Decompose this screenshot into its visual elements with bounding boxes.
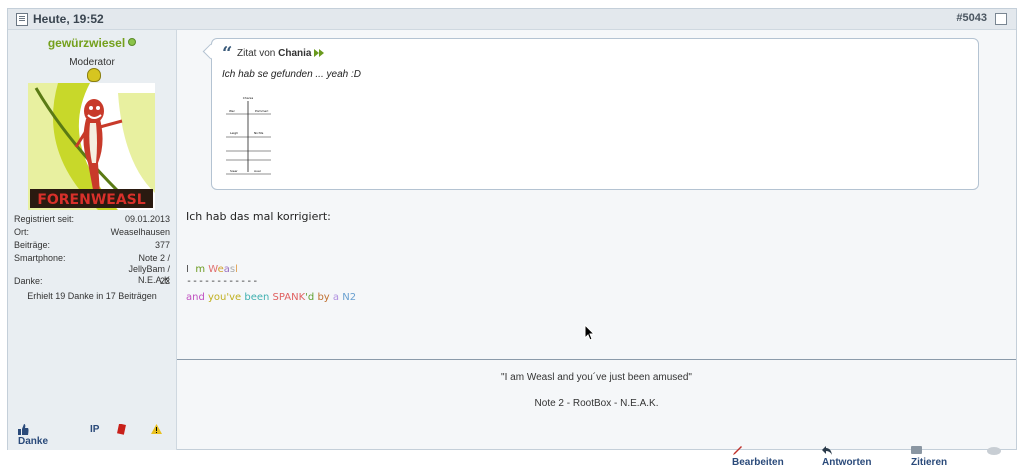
- author-sidebar: gewürzwiesel Moderator FORENWEASL Regist…: [8, 30, 177, 450]
- post-body: Ich hab das mal korrigiert:: [186, 210, 331, 223]
- signature-segment: l: [235, 264, 238, 275]
- quote-attribution: Zitat von Chania: [237, 48, 325, 59]
- calendar-icon: [16, 13, 28, 26]
- quote-author: Chania: [278, 48, 312, 59]
- info-label: Danke:: [14, 276, 43, 286]
- info-smartphone: Smartphone: Note 2 / JellyBam / N.E.A.K: [14, 253, 170, 285]
- signature-separator: [177, 359, 1016, 360]
- reply-arrow-icon: [822, 446, 832, 455]
- avatar-image: FORENWEASL: [28, 83, 155, 210]
- info-label: Ort:: [14, 227, 29, 237]
- warn-button[interactable]: [151, 424, 166, 436]
- multiquote-icon: [987, 447, 1001, 455]
- post-number-link[interactable]: #5043: [956, 12, 987, 24]
- quote-box: “ Zitat von Chania Ich hab se gefunden .…: [211, 38, 979, 190]
- quoted-family-tree-image[interactable]: Chania Wer Pommerl Leigh Nichts Sieer Au…: [221, 94, 275, 178]
- quote-bubble-icon: [911, 446, 922, 454]
- select-post-checkbox[interactable]: [995, 13, 1007, 25]
- svg-text:Leigh: Leigh: [230, 131, 238, 135]
- view-post-arrow-icon-2[interactable]: [319, 49, 325, 57]
- thanks-summary: Erhielt 19 Danke in 17 Beiträgen: [27, 291, 157, 301]
- signature-line-1: I m Weasl: [186, 264, 238, 275]
- edit-button[interactable]: Bearbeiten: [732, 445, 784, 468]
- signature-segment: and: [186, 292, 208, 303]
- info-thanks: Danke: 22: [14, 276, 170, 289]
- svg-text:Sieer: Sieer: [230, 169, 238, 173]
- quote-text: Ich hab se gefunden ... yeah :D: [222, 69, 361, 80]
- quote-label: Zitieren: [911, 457, 948, 468]
- multiquote-button[interactable]: [987, 445, 1005, 457]
- quote-mark-icon: “: [222, 43, 233, 64]
- signature-segment: N2: [342, 292, 357, 303]
- mouse-cursor-icon: [584, 324, 596, 341]
- avatar[interactable]: FORENWEASL: [28, 83, 155, 210]
- forum-post: Heute, 19:52 #5043 gewürzwiesel Moderato…: [7, 8, 1017, 468]
- signature-dashes: ------------: [186, 276, 259, 287]
- signature-segment: a: [332, 292, 343, 303]
- thumbs-up-icon: [18, 424, 29, 435]
- reply-label: Antworten: [822, 457, 872, 468]
- post-header: Heute, 19:52 #5043: [8, 9, 1016, 30]
- signature-segment: 'd: [305, 292, 318, 303]
- signature-segment: W: [208, 264, 218, 275]
- signature-line-2: and you've been SPANK'd by a N2: [186, 292, 356, 303]
- signature-segment: been: [244, 292, 273, 303]
- info-location: Ort: Weaselhausen: [14, 227, 170, 240]
- red-card-icon: [117, 424, 126, 435]
- ip-button[interactable]: IP: [90, 424, 99, 435]
- info-label: Registriert seit:: [14, 214, 75, 224]
- svg-text:Wer: Wer: [229, 109, 236, 113]
- info-label: Beiträge:: [14, 240, 51, 250]
- info-value: 09.01.2013: [124, 214, 170, 224]
- thanks-button[interactable]: Danke: [18, 424, 48, 447]
- post-date: Heute, 19:52: [33, 12, 104, 26]
- signature-segment: you've: [208, 292, 245, 303]
- info-label: Smartphone:: [14, 253, 66, 263]
- report-button[interactable]: [116, 424, 131, 436]
- info-value: 377: [154, 240, 170, 250]
- quote-button[interactable]: Zitieren: [911, 445, 947, 468]
- post-content: “ Zitat von Chania Ich hab se gefunden .…: [177, 30, 1016, 468]
- online-status-icon: [128, 38, 137, 46]
- info-posts: Beiträge: 377: [14, 240, 170, 253]
- svg-text:Chania: Chania: [243, 96, 254, 100]
- author-rank: Moderator: [69, 57, 115, 68]
- author-info: Registriert seit: 09.01.2013 Ort: Weasel…: [14, 214, 170, 301]
- author-username-link[interactable]: gewürzwiesel: [48, 36, 125, 50]
- quote-prefix: Zitat von: [237, 48, 276, 59]
- avatar-label: FORENWEASL: [37, 192, 145, 208]
- author-username-row: gewürzwiesel: [8, 36, 176, 50]
- signature-segment: m: [195, 264, 206, 275]
- svg-text:Pommerl: Pommerl: [255, 109, 268, 113]
- thanks-label: Danke: [18, 436, 49, 447]
- warning-icon: [151, 424, 162, 434]
- pencil-icon: [733, 446, 742, 455]
- svg-text:Auer: Auer: [254, 169, 262, 173]
- svg-text:Nichts: Nichts: [254, 131, 264, 135]
- info-registered: Registriert seit: 09.01.2013: [14, 214, 170, 227]
- signature-segment: by: [317, 292, 333, 303]
- edit-label: Bearbeiten: [732, 457, 784, 468]
- info-value: Weaselhausen: [110, 227, 170, 237]
- reply-button[interactable]: Antworten: [822, 445, 871, 468]
- signature-segment: SPANK: [272, 292, 306, 303]
- info-value: 22: [159, 276, 170, 286]
- signature-device: Note 2 - RootBox - N.E.A.K.: [534, 398, 659, 409]
- rank-badge-icon: [87, 68, 101, 82]
- signature-quote: "I am Weasl and you´ve just been amused": [501, 372, 692, 383]
